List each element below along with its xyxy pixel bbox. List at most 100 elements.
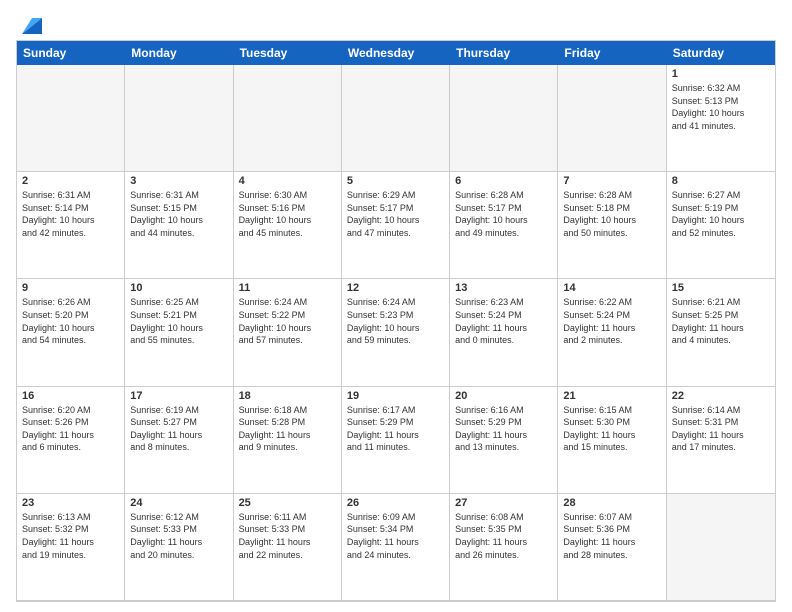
calendar-grid: 1 Sunrise: 6:32 AM Sunset: 5:13 PM Daylig… xyxy=(17,65,775,601)
day-header: Monday xyxy=(125,41,233,65)
calendar-cell: 25 Sunrise: 6:11 AM Sunset: 5:33 PM Dayli… xyxy=(234,494,342,601)
cell-day-number: 16 xyxy=(22,390,119,402)
calendar-cell: 26 Sunrise: 6:09 AM Sunset: 5:34 PM Dayli… xyxy=(342,494,450,601)
cell-day-number: 13 xyxy=(455,282,552,294)
calendar-cell: 24 Sunrise: 6:12 AM Sunset: 5:33 PM Dayli… xyxy=(125,494,233,601)
cell-info: Sunrise: 6:26 AM Sunset: 5:20 PM Dayligh… xyxy=(22,296,119,346)
cell-day-number: 1 xyxy=(672,68,770,80)
cell-day-number: 4 xyxy=(239,175,336,187)
calendar-cell: 17Sunrise: 6:19 AM Sunset: 5:27 PM Dayli… xyxy=(125,387,233,494)
cell-info: Sunrise: 6:31 AM Sunset: 5:14 PM Dayligh… xyxy=(22,189,119,239)
cell-info: Sunrise: 6:27 AM Sunset: 5:19 PM Dayligh… xyxy=(672,189,770,239)
day-header: Friday xyxy=(558,41,666,65)
cell-day-number: 12 xyxy=(347,282,444,294)
day-header: Thursday xyxy=(450,41,558,65)
calendar-cell: 16 Sunrise: 6:20 AM Sunset: 5:26 PM Dayli… xyxy=(17,387,125,494)
cell-info: Sunrise: 6:17 AM Sunset: 5:29 PM Dayligh… xyxy=(347,404,444,454)
calendar-cell: 6Sunrise: 6:28 AM Sunset: 5:17 PM Daylig… xyxy=(450,172,558,279)
cell-info: Sunrise: 6:28 AM Sunset: 5:18 PM Dayligh… xyxy=(563,189,660,239)
day-header: Sunday xyxy=(17,41,125,65)
calendar-cell xyxy=(558,65,666,172)
cell-info: Sunrise: 6:18 AM Sunset: 5:28 PM Dayligh… xyxy=(239,404,336,454)
logo-icon xyxy=(18,16,42,36)
cell-info: Sunrise: 6:14 AM Sunset: 5:31 PM Dayligh… xyxy=(672,404,770,454)
cell-info: Sunrise: 6:24 AM Sunset: 5:23 PM Dayligh… xyxy=(347,296,444,346)
calendar-cell: 7 Sunrise: 6:28 AM Sunset: 5:18 PM Daylig… xyxy=(558,172,666,279)
calendar-cell: 18 Sunrise: 6:18 AM Sunset: 5:28 PM Dayli… xyxy=(234,387,342,494)
calendar-cell xyxy=(342,65,450,172)
calendar-cell: 5 Sunrise: 6:29 AM Sunset: 5:17 PM Daylig… xyxy=(342,172,450,279)
cell-day-number: 2 xyxy=(22,175,119,187)
calendar-cell: 2 Sunrise: 6:31 AM Sunset: 5:14 PM Daylig… xyxy=(17,172,125,279)
cell-info: Sunrise: 6:09 AM Sunset: 5:34 PM Dayligh… xyxy=(347,511,444,561)
cell-day-number: 28 xyxy=(563,497,660,509)
calendar-cell: 9 Sunrise: 6:26 AM Sunset: 5:20 PM Daylig… xyxy=(17,279,125,386)
calendar-cell: 23 Sunrise: 6:13 AM Sunset: 5:32 PM Dayli… xyxy=(17,494,125,601)
cell-info: Sunrise: 6:07 AM Sunset: 5:36 PM Dayligh… xyxy=(563,511,660,561)
cell-day-number: 24 xyxy=(130,497,227,509)
calendar-cell xyxy=(234,65,342,172)
calendar-cell: 3 Sunrise: 6:31 AM Sunset: 5:15 PM Daylig… xyxy=(125,172,233,279)
page: SundayMondayTuesdayWednesdayThursdayFrid… xyxy=(0,0,792,612)
cell-day-number: 5 xyxy=(347,175,444,187)
cell-info: Sunrise: 6:21 AM Sunset: 5:25 PM Dayligh… xyxy=(672,296,770,346)
cell-info: Sunrise: 6:20 AM Sunset: 5:26 PM Dayligh… xyxy=(22,404,119,454)
cell-day-number: 21 xyxy=(563,390,660,402)
cell-day-number: 20 xyxy=(455,390,552,402)
cell-info: Sunrise: 6:29 AM Sunset: 5:17 PM Dayligh… xyxy=(347,189,444,239)
calendar-cell: 21 Sunrise: 6:15 AM Sunset: 5:30 PM Dayli… xyxy=(558,387,666,494)
cell-day-number: 7 xyxy=(563,175,660,187)
cell-info: Sunrise: 6:31 AM Sunset: 5:15 PM Dayligh… xyxy=(130,189,227,239)
cell-day-number: 3 xyxy=(130,175,227,187)
cell-info: Sunrise: 6:11 AM Sunset: 5:33 PM Dayligh… xyxy=(239,511,336,561)
cell-day-number: 27 xyxy=(455,497,552,509)
day-header: Wednesday xyxy=(342,41,450,65)
cell-day-number: 25 xyxy=(239,497,336,509)
calendar-cell xyxy=(450,65,558,172)
calendar-cell xyxy=(125,65,233,172)
cell-day-number: 14 xyxy=(563,282,660,294)
cell-day-number: 11 xyxy=(239,282,336,294)
calendar-cell: 27 Sunrise: 6:08 AM Sunset: 5:35 PM Dayli… xyxy=(450,494,558,601)
cell-day-number: 10 xyxy=(130,282,227,294)
cell-info: Sunrise: 6:32 AM Sunset: 5:13 PM Dayligh… xyxy=(672,82,770,132)
calendar-cell: 11 Sunrise: 6:24 AM Sunset: 5:22 PM Dayli… xyxy=(234,279,342,386)
day-headers: SundayMondayTuesdayWednesdayThursdayFrid… xyxy=(17,41,775,65)
cell-info: Sunrise: 6:19 AM Sunset: 5:27 PM Dayligh… xyxy=(130,404,227,454)
day-header: Saturday xyxy=(667,41,775,65)
cell-day-number: 18 xyxy=(239,390,336,402)
calendar-cell: 15 Sunrise: 6:21 AM Sunset: 5:25 PM Dayli… xyxy=(667,279,775,386)
cell-info: Sunrise: 6:22 AM Sunset: 5:24 PM Dayligh… xyxy=(563,296,660,346)
day-header: Tuesday xyxy=(234,41,342,65)
calendar-cell: 4Sunrise: 6:30 AM Sunset: 5:16 PM Daylig… xyxy=(234,172,342,279)
cell-info: Sunrise: 6:13 AM Sunset: 5:32 PM Dayligh… xyxy=(22,511,119,561)
header xyxy=(16,16,776,32)
calendar-cell: 1 Sunrise: 6:32 AM Sunset: 5:13 PM Daylig… xyxy=(667,65,775,172)
cell-day-number: 26 xyxy=(347,497,444,509)
calendar-cell xyxy=(667,494,775,601)
cell-info: Sunrise: 6:28 AM Sunset: 5:17 PM Dayligh… xyxy=(455,189,552,239)
cell-info: Sunrise: 6:25 AM Sunset: 5:21 PM Dayligh… xyxy=(130,296,227,346)
cell-info: Sunrise: 6:24 AM Sunset: 5:22 PM Dayligh… xyxy=(239,296,336,346)
calendar-cell: 13 Sunrise: 6:23 AM Sunset: 5:24 PM Dayli… xyxy=(450,279,558,386)
cell-day-number: 8 xyxy=(672,175,770,187)
calendar-cell: 12 Sunrise: 6:24 AM Sunset: 5:23 PM Dayli… xyxy=(342,279,450,386)
cell-day-number: 9 xyxy=(22,282,119,294)
cell-info: Sunrise: 6:16 AM Sunset: 5:29 PM Dayligh… xyxy=(455,404,552,454)
calendar-cell: 14 Sunrise: 6:22 AM Sunset: 5:24 PM Dayli… xyxy=(558,279,666,386)
cell-info: Sunrise: 6:08 AM Sunset: 5:35 PM Dayligh… xyxy=(455,511,552,561)
cell-info: Sunrise: 6:15 AM Sunset: 5:30 PM Dayligh… xyxy=(563,404,660,454)
cell-day-number: 22 xyxy=(672,390,770,402)
cell-info: Sunrise: 6:12 AM Sunset: 5:33 PM Dayligh… xyxy=(130,511,227,561)
calendar-cell: 19 Sunrise: 6:17 AM Sunset: 5:29 PM Dayli… xyxy=(342,387,450,494)
cell-info: Sunrise: 6:23 AM Sunset: 5:24 PM Dayligh… xyxy=(455,296,552,346)
calendar-cell: 20 Sunrise: 6:16 AM Sunset: 5:29 PM Dayli… xyxy=(450,387,558,494)
calendar-cell: 22 Sunrise: 6:14 AM Sunset: 5:31 PM Dayli… xyxy=(667,387,775,494)
calendar-cell: 8 Sunrise: 6:27 AM Sunset: 5:19 PM Daylig… xyxy=(667,172,775,279)
cell-day-number: 19 xyxy=(347,390,444,402)
calendar-cell: 28 Sunrise: 6:07 AM Sunset: 5:36 PM Dayli… xyxy=(558,494,666,601)
calendar-cell: 10 Sunrise: 6:25 AM Sunset: 5:21 PM Dayli… xyxy=(125,279,233,386)
cell-day-number: 15 xyxy=(672,282,770,294)
cell-day-number: 23 xyxy=(22,497,119,509)
calendar-cell xyxy=(17,65,125,172)
